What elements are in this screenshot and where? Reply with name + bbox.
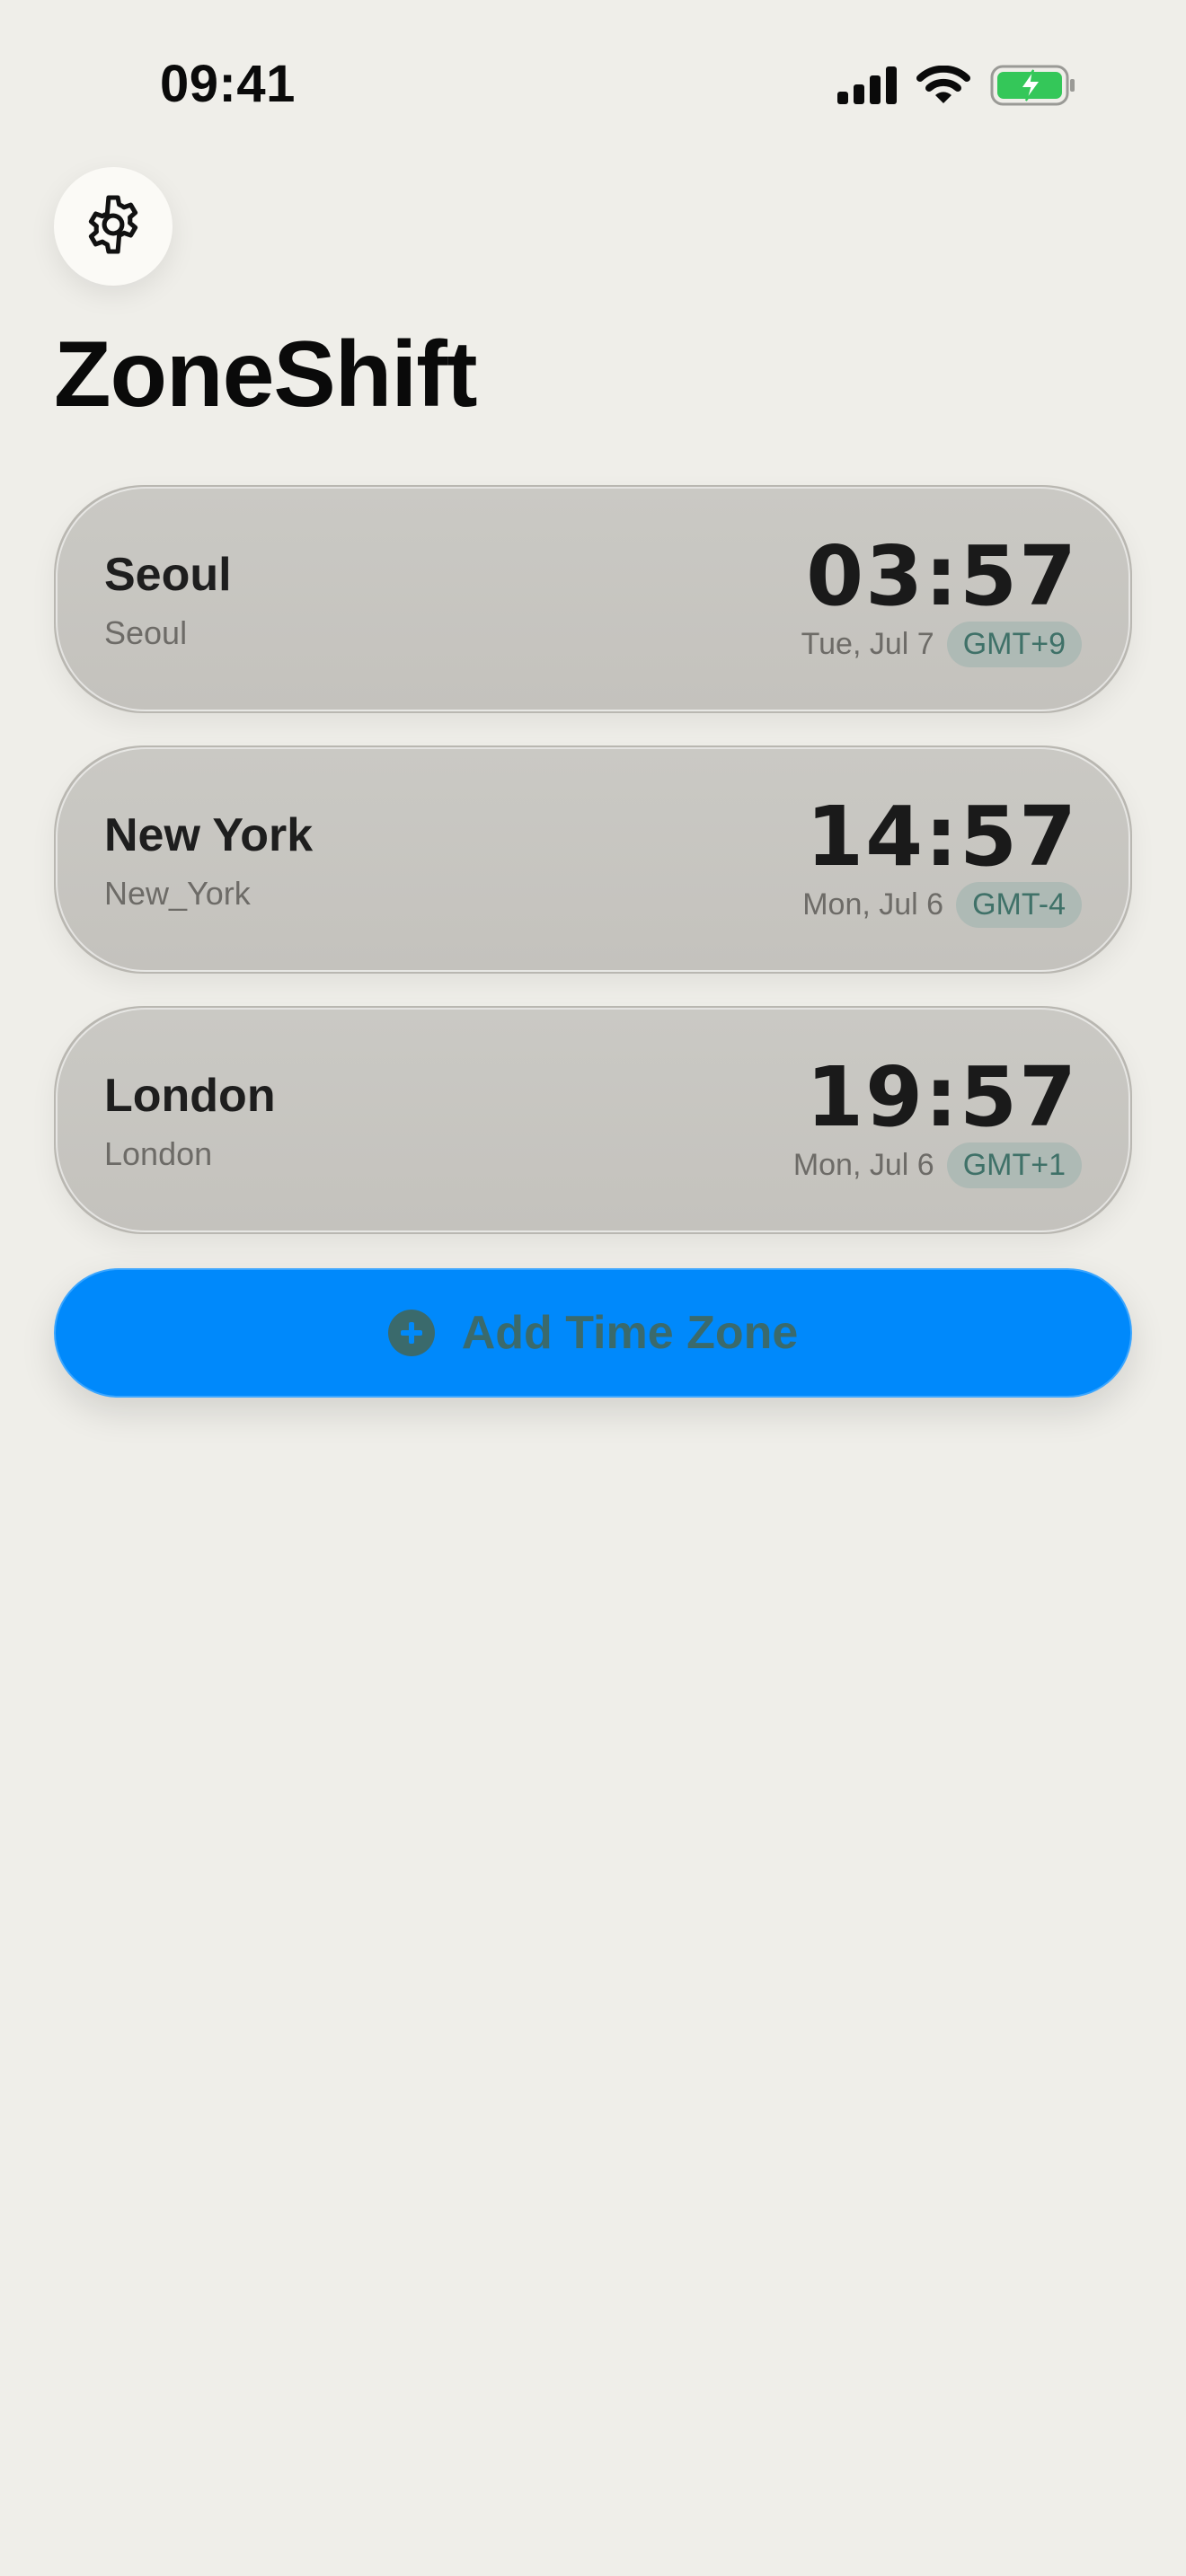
cellular-signal-icon	[837, 66, 897, 109]
zone-card-london[interactable]: London London 19:57 Mon, Jul 6 GMT+1	[54, 1006, 1132, 1234]
add-time-zone-label: Add Time Zone	[461, 1307, 799, 1359]
zone-card-surface: New York New_York 14:57 Mon, Jul 6 GMT-4	[56, 747, 1130, 972]
page-title: ZoneShift	[54, 322, 477, 427]
zone-date: Mon, Jul 6	[802, 887, 944, 922]
zone-city-name: New York	[104, 809, 314, 861]
zone-date: Mon, Jul 6	[792, 1148, 934, 1182]
zone-offset-badge: GMT-4	[956, 882, 1082, 928]
status-bar: 09:41	[0, 0, 1186, 171]
zone-card-surface: Seoul Seoul 03:57 Tue, Jul 7 GMT+9	[56, 487, 1130, 711]
zone-meta: Mon, Jul 6 GMT+1	[793, 1142, 1082, 1188]
zone-card-new-york[interactable]: New York New_York 14:57 Mon, Jul 6 GMT-4	[54, 745, 1132, 974]
zone-card-surface: London London 19:57 Mon, Jul 6 GMT+1	[56, 1008, 1130, 1232]
battery-charging-icon	[990, 65, 1076, 110]
zone-meta: Mon, Jul 6 GMT-4	[802, 882, 1082, 928]
gear-icon	[81, 192, 146, 261]
zone-identifier: London	[104, 1135, 213, 1172]
zone-meta: Tue, Jul 7 GMT+9	[801, 622, 1082, 667]
zone-offset-badge: GMT+1	[946, 1142, 1082, 1188]
zone-identifier: Seoul	[104, 614, 188, 651]
add-time-zone-button[interactable]: Add Time Zone	[54, 1268, 1132, 1398]
zone-card-seoul[interactable]: Seoul Seoul 03:57 Tue, Jul 7 GMT+9	[54, 485, 1132, 713]
zone-city-name: London	[104, 1070, 276, 1122]
status-icons	[837, 65, 1076, 110]
wifi-icon	[916, 65, 970, 110]
plus-circle-icon	[387, 1310, 435, 1356]
zone-identifier: New_York	[104, 875, 251, 912]
zone-list: Seoul Seoul 03:57 Tue, Jul 7 GMT+9 New Y…	[54, 485, 1132, 1266]
zone-local-time: 03:57	[806, 528, 1078, 624]
zone-offset-badge: GMT+9	[946, 622, 1082, 667]
zone-local-time: 19:57	[806, 1049, 1078, 1145]
settings-button[interactable]	[54, 167, 173, 286]
status-time: 09:41	[160, 55, 296, 113]
zone-local-time: 14:57	[806, 789, 1078, 885]
zone-date: Tue, Jul 7	[801, 627, 934, 661]
zone-city-name: Seoul	[104, 549, 232, 601]
